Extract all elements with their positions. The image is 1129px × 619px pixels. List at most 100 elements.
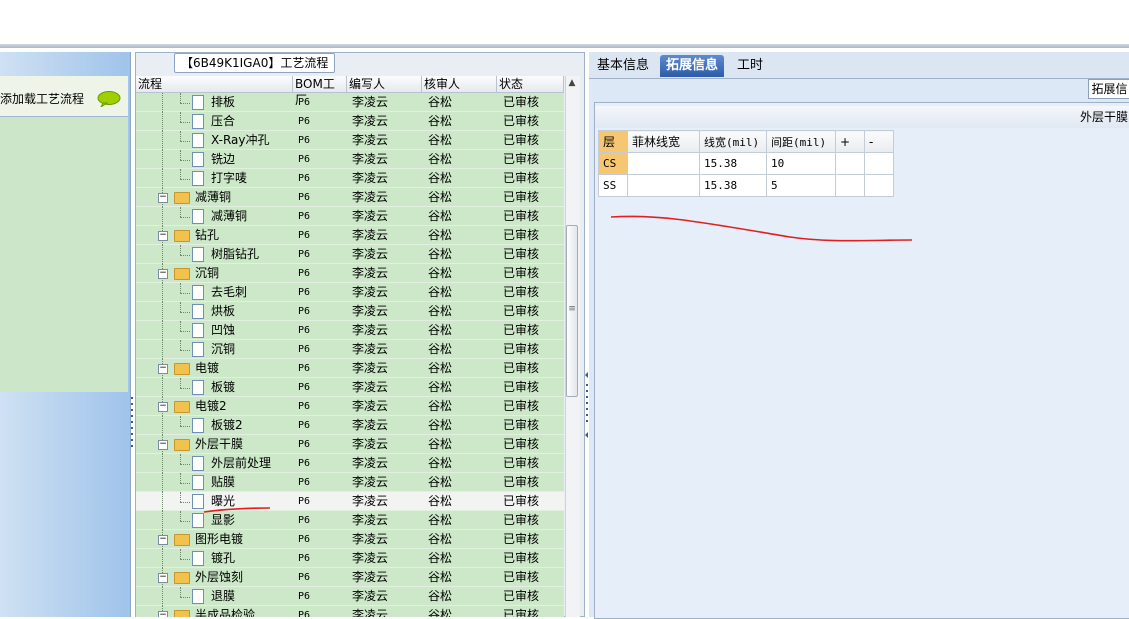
table-row[interactable]: 沉铜 P6 李凌云 谷松 已审核: [136, 340, 564, 359]
tab-work-hours[interactable]: 工时: [737, 55, 763, 77]
tree-guide-line: [162, 131, 163, 150]
table-row[interactable]: 显影 P6 李凌云 谷松 已审核: [136, 511, 564, 530]
bom-factory-cell: P6: [298, 515, 311, 526]
table-row[interactable]: − 电镀2 P6 李凌云 谷松 已审核: [136, 397, 564, 416]
reviewer-cell: 谷松: [428, 513, 453, 527]
speech-bubble-icon[interactable]: [97, 91, 121, 107]
writer-cell: 李凌云: [352, 133, 389, 147]
line-width-cell[interactable]: 15.38: [699, 152, 767, 175]
flow-step-name: 电镀: [195, 361, 220, 375]
table-row[interactable]: 板镀2 P6 李凌云 谷松 已审核: [136, 416, 564, 435]
table-row[interactable]: − 半成品检验 P6 李凌云 谷松 已审核: [136, 606, 564, 617]
reviewer-cell: 谷松: [428, 456, 453, 470]
spacing-cell[interactable]: 10: [766, 152, 836, 175]
collapse-toggle-icon[interactable]: −: [158, 231, 168, 241]
writer-cell: 李凌云: [352, 608, 389, 617]
document-icon: [192, 456, 204, 471]
writer-cell: 李凌云: [352, 456, 389, 470]
table-row[interactable]: 板镀 P6 李凌云 谷松 已审核: [136, 378, 564, 397]
flow-step-name: X-Ray冲孔: [211, 133, 270, 147]
table-row[interactable]: SS 15.38 5: [598, 174, 894, 197]
layer-cell[interactable]: CS: [598, 152, 628, 175]
left-collapse-grip-icon[interactable]: [130, 395, 134, 455]
column-header-flow[interactable]: 流程: [136, 76, 293, 93]
collapse-toggle-icon[interactable]: −: [158, 440, 168, 450]
tab-extended-info[interactable]: 拓展信息: [660, 55, 725, 77]
reviewer-cell: 谷松: [428, 399, 453, 413]
bom-factory-cell: P6: [298, 496, 311, 507]
film-width-cell[interactable]: [627, 174, 700, 197]
table-row[interactable]: 去毛刺 P6 李凌云 谷松 已审核: [136, 283, 564, 302]
collapse-toggle-icon[interactable]: −: [158, 402, 168, 412]
writer-cell: 李凌云: [352, 190, 389, 204]
bom-factory-cell: P6: [298, 534, 311, 545]
film-width-cell[interactable]: [627, 152, 700, 175]
add-row-button[interactable]: +: [835, 130, 865, 153]
bom-factory-cell: P6: [298, 306, 311, 317]
collapse-toggle-icon[interactable]: −: [158, 573, 168, 583]
table-row[interactable]: 树脂钻孔 P6 李凌云 谷松 已审核: [136, 245, 564, 264]
table-row[interactable]: X-Ray冲孔 P6 李凌云 谷松 已审核: [136, 131, 564, 150]
table-row[interactable]: 凹蚀 P6 李凌云 谷松 已审核: [136, 321, 564, 340]
flow-step-name: 减薄铜: [195, 190, 232, 204]
tab-basic-info[interactable]: 基本信息: [597, 55, 649, 77]
writer-cell: 李凌云: [352, 285, 389, 299]
table-row[interactable]: 压合 P6 李凌云 谷松 已审核: [136, 112, 564, 131]
column-header-writer[interactable]: 编写人: [347, 76, 422, 93]
tree-guide-line: [180, 321, 181, 331]
extended-info-button[interactable]: 拓展信: [1088, 79, 1129, 99]
remove-row-button[interactable]: -: [864, 130, 894, 153]
table-row[interactable]: 排板 P6 李凌云 谷松 已审核: [136, 93, 564, 112]
tree-guide-line: [180, 501, 190, 503]
table-row[interactable]: − 减薄铜 P6 李凌云 谷松 已审核: [136, 188, 564, 207]
table-row[interactable]: 贴膜 P6 李凌云 谷松 已审核: [136, 473, 564, 492]
folder-icon: [174, 572, 190, 584]
line-width-table[interactable]: 层 菲林线宽 线宽(mil) 间距(mil) + - CS 15.38 10 S…: [598, 130, 894, 197]
collapse-toggle-icon[interactable]: −: [158, 535, 168, 545]
table-row[interactable]: − 钻孔 P6 李凌云 谷松 已审核: [136, 226, 564, 245]
spacing-cell[interactable]: 5: [766, 174, 836, 197]
status-cell: 已审核: [503, 228, 540, 242]
splitter-grip-icon[interactable]: [760, 45, 810, 56]
status-cell: 已审核: [503, 304, 540, 318]
tree-guide-line: [180, 473, 181, 483]
table-row[interactable]: CS 15.38 10: [598, 152, 894, 175]
table-row[interactable]: 铣边 P6 李凌云 谷松 已审核: [136, 150, 564, 169]
collapse-toggle-icon[interactable]: −: [158, 193, 168, 203]
tree-guide-line: [180, 292, 190, 294]
line-width-cell[interactable]: 15.38: [699, 174, 767, 197]
scroll-up-arrow-icon[interactable]: ▲: [565, 78, 579, 90]
table-row[interactable]: 打字唛 P6 李凌云 谷松 已审核: [136, 169, 564, 188]
layer-cell[interactable]: SS: [598, 174, 628, 197]
table-row[interactable]: − 外层干膜 P6 李凌云 谷松 已审核: [136, 435, 564, 454]
load-flow-label[interactable]: 添加载工艺流程: [0, 90, 84, 107]
collapse-toggle-icon[interactable]: −: [158, 364, 168, 374]
table-row[interactable]: 曝光 P6 李凌云 谷松 已审核: [136, 492, 564, 511]
inner-panel-titlebar: [595, 106, 1129, 128]
tree-guide-line: [162, 283, 163, 302]
table-row[interactable]: − 外层蚀刻 P6 李凌云 谷松 已审核: [136, 568, 564, 587]
table-row[interactable]: − 电镀 P6 李凌云 谷松 已审核: [136, 359, 564, 378]
column-header-bom-factory[interactable]: BOM工厂: [293, 76, 347, 107]
table-row[interactable]: − 图形电镀 P6 李凌云 谷松 已审核: [136, 530, 564, 549]
tree-guide-line: [180, 283, 181, 293]
column-header-reviewer[interactable]: 核审人: [422, 76, 497, 93]
collapse-toggle-icon[interactable]: −: [158, 269, 168, 279]
table-row[interactable]: 退膜 P6 李凌云 谷松 已审核: [136, 587, 564, 606]
collapse-toggle-icon[interactable]: −: [158, 611, 168, 617]
table-row[interactable]: 烘板 P6 李凌云 谷松 已审核: [136, 302, 564, 321]
status-cell: 已审核: [503, 399, 540, 413]
flow-step-name: 沉铜: [211, 342, 236, 356]
bom-factory-cell: P6: [298, 268, 311, 279]
tree-guide-line: [180, 330, 190, 332]
column-header-status[interactable]: 状态: [497, 76, 564, 93]
bom-factory-cell: P6: [298, 610, 311, 617]
table-row[interactable]: − 沉铜 P6 李凌云 谷松 已审核: [136, 264, 564, 283]
table-row[interactable]: 镀孔 P6 李凌云 谷松 已审核: [136, 549, 564, 568]
table-row[interactable]: 减薄铜 P6 李凌云 谷松 已审核: [136, 207, 564, 226]
tree-guide-line: [162, 511, 163, 530]
reviewer-cell: 谷松: [428, 171, 453, 185]
table-row[interactable]: 外层前处理 P6 李凌云 谷松 已审核: [136, 454, 564, 473]
top-separator[interactable]: [0, 44, 1129, 48]
process-flow-grid[interactable]: 流程 BOM工厂 编写人 核审人 状态 排板 P6 李凌云 谷松 已审核 压合 P6 李凌云谷…: [136, 76, 564, 617]
